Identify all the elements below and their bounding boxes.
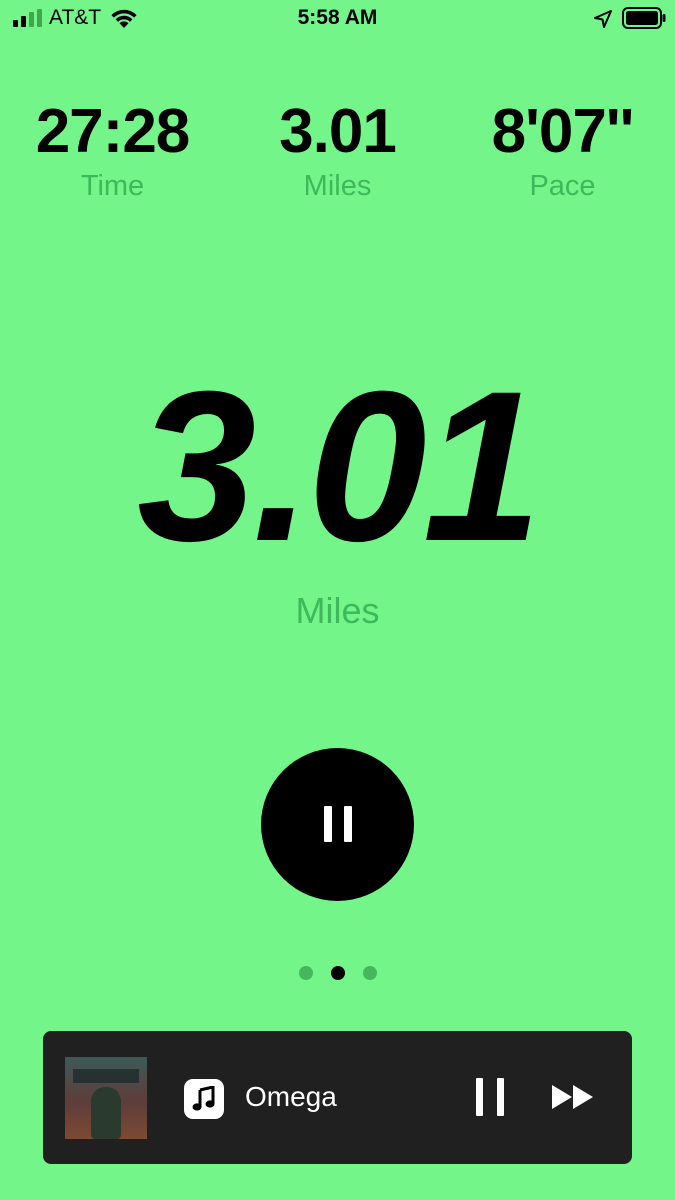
miles-value: 3.01	[279, 97, 397, 166]
time-value: 27:28	[35, 97, 191, 166]
status-bar: AT&T 5:58 AM	[0, 0, 675, 40]
location-arrow-icon	[594, 10, 612, 28]
miles-label: Miles	[303, 170, 372, 202]
main-distance-unit: Miles	[295, 590, 380, 631]
page-dot-2-active[interactable]	[331, 966, 345, 980]
stat-time: 27:28 Time	[0, 96, 225, 204]
album-art	[65, 1057, 147, 1139]
status-time: 5:58 AM	[297, 6, 378, 29]
page-dot-1[interactable]	[299, 966, 313, 980]
music-app-icon	[184, 1079, 224, 1119]
pace-value: 8'07''	[491, 97, 635, 166]
fast-forward-icon[interactable]	[551, 1083, 595, 1111]
now-playing-bar[interactable]: Omega	[43, 1031, 632, 1164]
stat-miles: 3.01 Miles	[225, 96, 450, 204]
pace-label: Pace	[529, 170, 596, 202]
player-pause-icon[interactable]	[475, 1077, 505, 1117]
time-label: Time	[80, 170, 145, 202]
battery-icon	[622, 7, 666, 29]
pause-run-button[interactable]	[261, 748, 414, 901]
main-distance-value: 3.01	[137, 347, 542, 586]
page-dot-3[interactable]	[363, 966, 377, 980]
track-title: Omega	[245, 1081, 337, 1112]
pause-icon	[324, 806, 352, 842]
stat-pace: 8'07'' Pace	[450, 96, 675, 204]
